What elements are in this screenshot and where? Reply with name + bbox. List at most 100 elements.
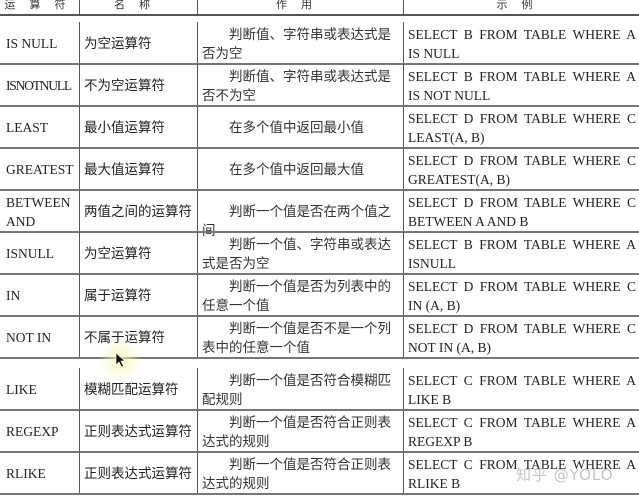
table-header: 运算符 名称 作用 示例	[0, 0, 639, 16]
column-divider	[197, 274, 198, 316]
example-cell: SELECT D FROM TABLE WHERE C LEAST(A, B)	[408, 109, 636, 147]
table-row: GREATEST 最大值运算符 在多个值中返回最大值 SELECT D FROM TA…	[0, 148, 639, 191]
column-divider	[403, 106, 404, 148]
column-divider	[197, 64, 198, 106]
column-divider	[197, 0, 198, 14]
example-cell: SELECT B FROM TABLE WHERE A ISNULL	[408, 235, 636, 273]
example-line-1: SELECT C FROM TABLE WHERE A	[408, 373, 636, 388]
example-line-2: IN (A, B)	[408, 298, 461, 313]
operator-cell: IN	[6, 288, 21, 303]
column-divider	[403, 316, 404, 358]
name-cell: 正则表达式运算符	[84, 466, 192, 481]
column-divider	[197, 316, 198, 358]
table-row: ISNULL 为空运算符 判断一个值、字符串或表达式是否为空 SELECT B FRO…	[0, 232, 639, 275]
operator-cell: GREATEST	[6, 162, 74, 177]
column-divider	[79, 452, 80, 494]
purpose-cell: 判断一个值是否符合正则表达式的规则	[202, 415, 391, 449]
column-divider	[197, 190, 198, 232]
example-line-1: SELECT D FROM TABLE WHERE C	[408, 153, 636, 168]
column-divider	[197, 368, 198, 410]
name-cell: 不属于运算符	[84, 330, 165, 345]
example-line-1: SELECT B FROM TABLE WHERE A	[408, 237, 636, 252]
table-row: BETWEEN AND两值之间的运算符判断一个值是否在两个值之间SELECT D…	[0, 190, 639, 238]
example-cell: SELECT D FROM TABLE WHERE C BETWEEN A AND…	[408, 193, 636, 231]
table-row: REGEXP 正则表达式运算符 判断一个值是否符合正则表达式的规则 SELECT C …	[0, 410, 639, 453]
column-divider	[79, 316, 80, 358]
example-line-2: GREATEST(A, B)	[408, 172, 510, 187]
watermark: 知乎 @YOLO	[516, 466, 614, 484]
example-line-2: LIKE B	[408, 392, 452, 407]
operator-cell: LIKE	[6, 382, 37, 397]
operator-cell: BETWEEN AND	[6, 195, 71, 229]
purpose-cell: 在多个值中返回最大值	[229, 162, 364, 177]
column-divider	[79, 368, 80, 410]
operator-cell: ISNULL	[6, 246, 54, 261]
example-line-2: NOT IN (A, B)	[408, 340, 491, 355]
example-line-1: SELECT B FROM TABLE WHERE A	[408, 27, 636, 42]
name-cell: 两值之间的运算符	[84, 204, 192, 219]
header-operator: 运算符	[4, 0, 80, 11]
example-cell: SELECT D FROM TABLE WHERE C GREATEST(A, B…	[408, 151, 636, 189]
table-row: ISNOTNULL 不为空运算符 判断值、字符串或表达式是否不为空 SELECT B …	[0, 64, 639, 107]
column-divider	[79, 22, 80, 64]
column-divider	[79, 410, 80, 452]
purpose-cell: 判断一个值是否为列表中的任意一个值	[202, 279, 391, 313]
column-divider	[79, 232, 80, 274]
column-divider	[197, 148, 198, 190]
example-cell: SELECT C FROM TABLE WHERE A LIKE B	[408, 371, 636, 409]
operator-cell: NOT IN	[6, 330, 52, 345]
column-divider	[79, 106, 80, 148]
header-name: 名称	[114, 0, 164, 11]
example-line-2: IS NULL	[408, 46, 460, 61]
operator-cell: ISNOTNULL	[6, 78, 72, 93]
column-divider	[403, 274, 404, 316]
column-divider	[403, 190, 404, 232]
column-divider	[197, 22, 198, 64]
column-divider	[197, 410, 198, 452]
operator-cell: IS NULL	[6, 36, 58, 51]
purpose-cell: 判断一个值、字符串或表达式是否为空	[202, 237, 391, 271]
mouse-cursor-icon	[115, 352, 126, 368]
example-line-1: SELECT D FROM TABLE WHERE C	[408, 321, 636, 336]
column-divider	[403, 452, 404, 494]
name-cell: 正则表达式运算符	[84, 424, 192, 439]
column-divider	[403, 64, 404, 106]
operator-cell: LEAST	[6, 120, 48, 135]
purpose-cell: 判断值、字符串或表达式是否不为空	[202, 69, 391, 103]
column-divider	[79, 148, 80, 190]
column-divider	[79, 64, 80, 106]
column-divider	[403, 148, 404, 190]
name-cell: 属于运算符	[84, 288, 152, 303]
column-divider	[79, 274, 80, 316]
column-divider	[403, 22, 404, 64]
column-divider	[197, 106, 198, 148]
column-divider	[197, 452, 198, 494]
example-cell: SELECT B FROM TABLE WHERE A IS NULL	[408, 25, 636, 63]
name-cell: 不为空运算符	[84, 78, 165, 93]
table-row: IN 属于运算符 判断一个值是否为列表中的任意一个值 SELECT D FROM TA…	[0, 274, 639, 317]
table-row: LEAST 最小值运算符 在多个值中返回最小值 SELECT D FROM TABLE…	[0, 106, 639, 149]
example-line-2: REGEXP B	[408, 434, 473, 449]
example-line-1: SELECT D FROM TABLE WHERE C	[408, 279, 636, 294]
purpose-cell: 判断一个值是否符合模糊匹配规则	[202, 373, 391, 407]
column-divider	[403, 410, 404, 452]
example-line-1: SELECT C FROM TABLE WHERE A	[408, 415, 636, 430]
example-cell: SELECT D FROM TABLE WHERE C NOT IN (A, B)	[408, 319, 636, 357]
example-line-2: BETWEEN A AND B	[408, 214, 529, 229]
name-cell: 最小值运算符	[84, 120, 165, 135]
operator-cell: REGEXP	[6, 424, 59, 439]
header-purpose: 作用	[276, 0, 326, 11]
table-row: LIKE 模糊匹配运算符 判断一个值是否符合模糊匹配规则 SELECT C FROM …	[0, 368, 639, 411]
example-cell: SELECT C FROM TABLE WHERE A REGEXP B	[408, 413, 636, 451]
name-cell: 为空运算符	[84, 246, 152, 261]
example-line-1: SELECT D FROM TABLE WHERE C	[408, 195, 636, 210]
example-line-1: SELECT B FROM TABLE WHERE A	[408, 69, 636, 84]
row-divider	[0, 493, 639, 495]
purpose-cell: 判断一个值是否符合正则表达式的规则	[202, 457, 391, 491]
column-divider	[79, 0, 80, 14]
example-cell: SELECT D FROM TABLE WHERE C IN (A, B)	[408, 277, 636, 315]
column-divider	[403, 232, 404, 274]
table-row: IS NULL 为空运算符 判断值、字符串或表达式是否为空 SELECT B FROM…	[0, 22, 639, 65]
example-line-2: RLIKE B	[408, 476, 461, 491]
column-divider	[403, 368, 404, 410]
